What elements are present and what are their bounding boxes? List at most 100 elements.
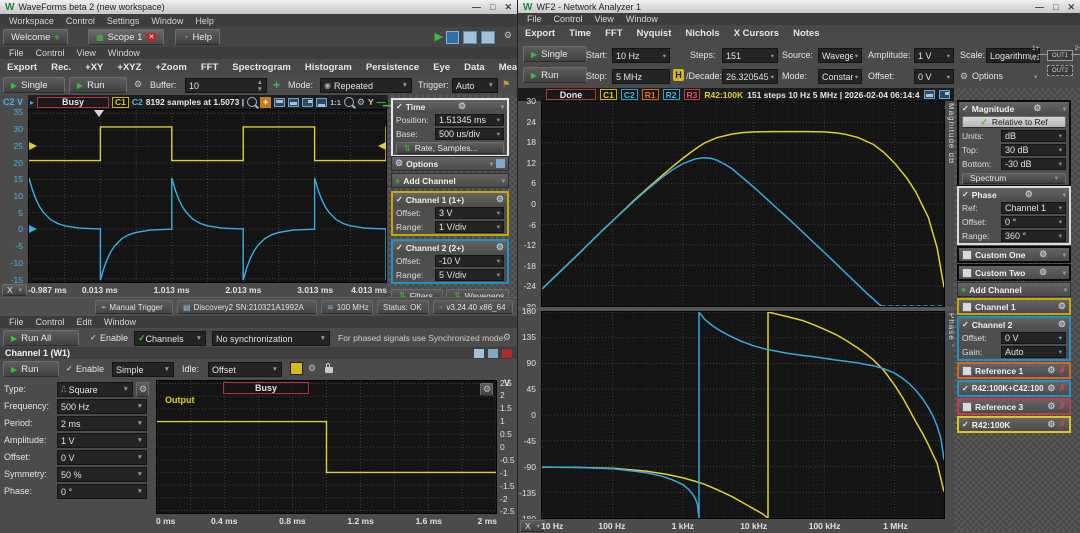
wg-offset-select[interactable]: 0 V▼	[57, 450, 147, 465]
toolbar-item[interactable]: Persistence	[359, 62, 426, 73]
menu-item[interactable]: Window	[98, 317, 142, 327]
gear-icon[interactable]: ⚙	[1058, 301, 1066, 312]
rate-samples-button[interactable]: ⇅Rate, Samples...	[396, 142, 504, 154]
menu-item[interactable]: Control	[548, 14, 589, 24]
menu-item[interactable]: Help	[189, 16, 220, 26]
c1-offset-marker-right[interactable]	[378, 142, 386, 150]
na-options-label[interactable]: Options	[972, 71, 1003, 81]
gear-icon[interactable]: ⚙	[1047, 383, 1055, 394]
wg-channels-select[interactable]: ✓Channels▼	[134, 331, 206, 346]
menu-item[interactable]: Window	[145, 16, 189, 26]
ch1-offset-select[interactable]: 3 V▾	[435, 207, 504, 219]
wg-type-gear-button[interactable]: ⚙	[136, 382, 149, 397]
single-button[interactable]: ▶Single	[3, 77, 65, 93]
options-panel[interactable]: ⚙Options▾	[391, 156, 509, 171]
na-tab-c1[interactable]: C1	[600, 89, 617, 100]
toolbar-item[interactable]: Notes	[786, 28, 826, 39]
wg-color-swatch[interactable]	[290, 362, 303, 375]
toolbar-item[interactable]: Histogram	[298, 62, 359, 73]
top-select[interactable]: 30 dB▾	[1001, 144, 1066, 156]
menu-item[interactable]: Control	[60, 16, 101, 26]
align-icon[interactable]	[924, 90, 935, 99]
menu-item[interactable]: View	[589, 14, 620, 24]
phase-range-select[interactable]: 360 °▾	[1001, 230, 1066, 242]
phase-ref-select[interactable]: Channel 1▾	[1001, 202, 1066, 214]
lock-icon[interactable]	[325, 367, 333, 373]
toolbar-item[interactable]: Data	[457, 62, 492, 73]
na-tab-r1[interactable]: R1	[642, 89, 659, 100]
wg-period-select[interactable]: 2 ms▼	[57, 416, 147, 431]
trigger-position-marker[interactable]	[94, 110, 104, 117]
c2-offset-marker[interactable]	[29, 225, 37, 233]
na-single-button[interactable]: ▶Single	[523, 46, 587, 62]
check-icon[interactable]: ✓	[396, 195, 403, 204]
check-icon[interactable]: ✓	[962, 190, 969, 199]
c2-tab[interactable]: C2	[132, 97, 143, 107]
enable-check-icon[interactable]: ✓	[90, 333, 97, 342]
align-top-icon[interactable]	[274, 98, 285, 107]
toolbar-item[interactable]: FFT	[598, 28, 629, 39]
menu-item[interactable]: Control	[30, 48, 71, 58]
wg-sync-select[interactable]: No synchronization▼	[212, 331, 330, 346]
tile-window-icon[interactable]	[481, 31, 495, 44]
check-icon[interactable]: ✓	[962, 320, 969, 329]
close-button[interactable]: ✕	[504, 2, 512, 13]
wg-type-select[interactable]: ⎍Square▼	[57, 382, 133, 397]
maximize-button[interactable]: □	[1053, 2, 1058, 13]
status-ok-button[interactable]: Status: OK	[377, 300, 429, 314]
add-cursor-icon[interactable]: +	[260, 97, 271, 108]
tab-welcome[interactable]: Welcome+	[3, 29, 68, 45]
menu-item[interactable]: Settings	[101, 16, 146, 26]
c1-offset-marker[interactable]	[29, 142, 37, 150]
wg-frequency-select[interactable]: 500 Hz▼	[57, 399, 147, 414]
na-stop-select[interactable]: 5 MHz	[612, 69, 670, 84]
wg-phase-select[interactable]: 0 °▼	[57, 484, 147, 499]
menu-item[interactable]: Window	[102, 48, 146, 58]
device-button[interactable]: ▤Discovery2 SN:210321A1992A	[177, 300, 317, 314]
gear-icon[interactable]: ⚙	[1047, 401, 1055, 412]
stop-icon[interactable]	[446, 31, 459, 44]
ch1-gear-icon[interactable]: ⚙	[496, 194, 504, 205]
reference3-panel[interactable]: Reference 3⚙✗	[957, 398, 1071, 415]
checkbox-icon[interactable]	[962, 250, 972, 260]
time-base-select[interactable]: 500 us/div▾	[435, 128, 504, 140]
na-offset-select[interactable]: 0 V▾	[914, 69, 954, 84]
na-tab-r2[interactable]: R2	[663, 89, 680, 100]
ch2-offset-select[interactable]: -10 V▾	[435, 255, 504, 267]
toolbar-item[interactable]: Export	[518, 28, 562, 39]
checkbox-icon[interactable]	[962, 268, 972, 278]
checkbox-icon[interactable]	[962, 366, 972, 376]
delete-icon[interactable]: ✗	[1058, 383, 1066, 394]
y-scale-toggle[interactable]: Y	[368, 97, 374, 107]
run-all-icon[interactable]: ▶	[435, 30, 443, 43]
tab-scope[interactable]: ▦ Scope 1 ✕	[88, 29, 164, 45]
menu-item[interactable]: Window	[620, 14, 664, 24]
na-ch2-offset-select[interactable]: 0 V▾	[1001, 332, 1066, 344]
toolbar-item[interactable]: Rec.	[44, 62, 78, 73]
flag-icon[interactable]: ⚑	[502, 79, 510, 90]
menu-item[interactable]: File	[3, 317, 30, 327]
align-middle-icon[interactable]	[288, 98, 299, 107]
na-start-select[interactable]: 10 Hz▾	[612, 48, 670, 63]
align-right-icon[interactable]	[939, 90, 950, 99]
version-button[interactable]: ≈v3.24.40 x86_64	[433, 300, 513, 314]
close-tab-icon[interactable]: ✕	[146, 33, 156, 41]
spectrum-button[interactable]: Spectrum▾	[962, 173, 1066, 184]
toolbar-item[interactable]: Nyquist	[630, 28, 679, 39]
delete-icon[interactable]: ✗	[1058, 401, 1066, 412]
toolbar-item[interactable]: Export	[0, 62, 44, 73]
align-bottom-icon[interactable]	[316, 98, 327, 107]
phase-plot[interactable]	[541, 311, 945, 519]
menu-item[interactable]: File	[3, 48, 30, 58]
menu-item[interactable]: View	[71, 48, 102, 58]
hold-badge[interactable]: H	[673, 69, 684, 81]
wg-plot-gear-button[interactable]: ⚙	[480, 383, 493, 396]
toolbar-item[interactable]: Measurements	[492, 62, 518, 73]
checkbox-icon[interactable]	[962, 302, 972, 312]
trigger-select[interactable]: Auto▼	[452, 78, 498, 93]
gear-icon[interactable]: ⚙	[1058, 319, 1066, 330]
wg-mode-select[interactable]: Simple▼	[112, 362, 174, 377]
gear-icon[interactable]: ⚙	[1039, 249, 1047, 260]
wg-ch1-run-button[interactable]: ▶Run	[3, 361, 59, 377]
menu-item[interactable]: Workspace	[3, 16, 60, 26]
